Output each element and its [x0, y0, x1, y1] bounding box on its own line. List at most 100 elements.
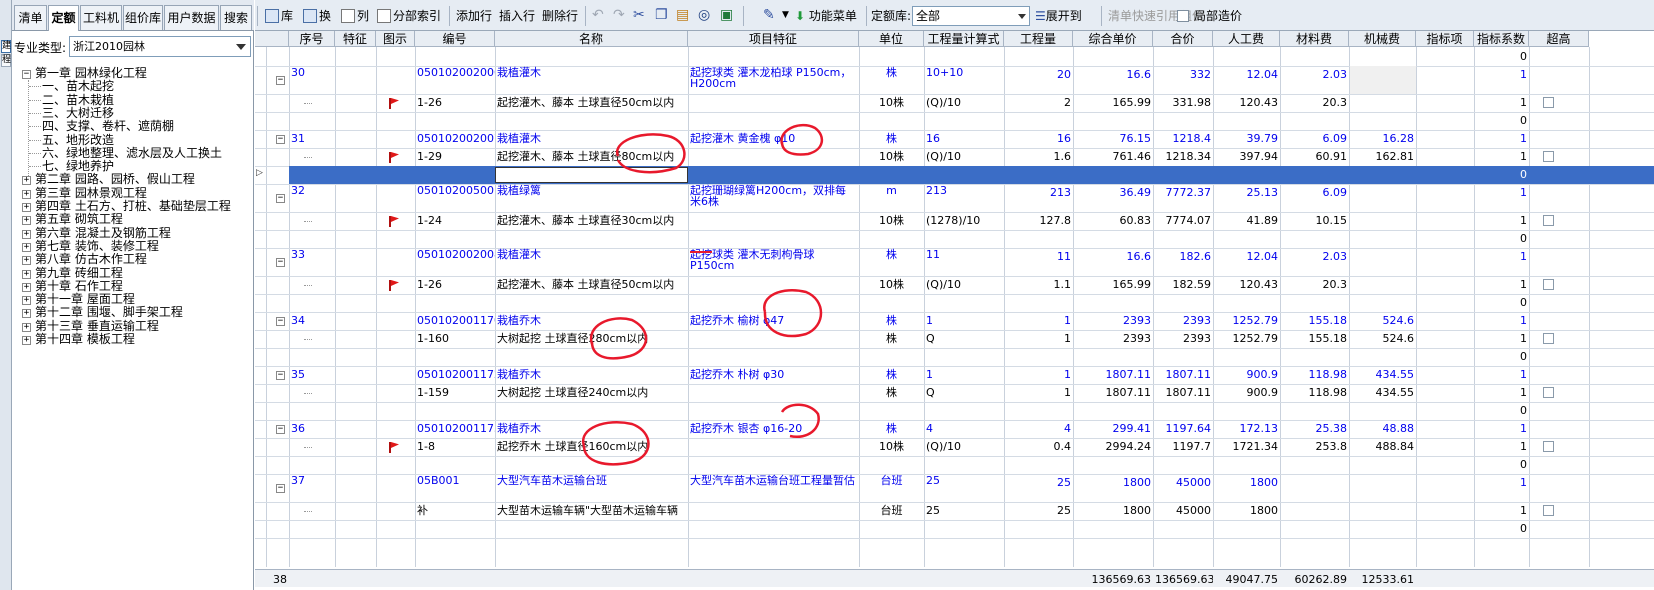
qty-cell[interactable]: 127.8	[1004, 212, 1073, 228]
labor-cell[interactable]: 39.79	[1213, 130, 1280, 146]
delete-row-button[interactable]: 删除行	[542, 7, 578, 25]
code-cell[interactable]: 050102001170	[415, 312, 495, 330]
column-header[interactable]: 单位	[859, 31, 924, 47]
seq-cell[interactable]: 34	[289, 312, 335, 330]
material-cell[interactable]	[1280, 474, 1349, 490]
coef-cell[interactable]: 1	[1474, 248, 1529, 264]
collapse-icon[interactable]: −	[276, 76, 285, 85]
material-cell[interactable]	[1280, 502, 1349, 518]
unit-cell[interactable]: 株	[859, 384, 924, 402]
unit-price-cell[interactable]: 1807.11	[1073, 384, 1153, 400]
coef-cell[interactable]: 1	[1474, 420, 1529, 436]
formula-cell[interactable]: (1278)/10	[924, 212, 1004, 230]
feature-cell[interactable]: 起挖珊瑚绿篱H200cm，双排每米6株	[688, 184, 859, 212]
total-cell[interactable]: 1218.4	[1153, 130, 1213, 146]
unit-price-cell[interactable]: 2393	[1073, 330, 1153, 346]
qty-cell[interactable]: 1	[1004, 330, 1073, 346]
add-row-button[interactable]: 添加行	[456, 7, 492, 25]
formula-cell[interactable]: 16	[924, 130, 1004, 148]
column-header[interactable]: 序号	[289, 31, 335, 47]
name-cell[interactable]: 起挖灌木、藤本 土球直径30cm以内	[495, 212, 688, 230]
code-cell[interactable]: 1-26	[415, 94, 495, 112]
material-cell[interactable]: 25.38	[1280, 420, 1349, 436]
chevron-down-icon[interactable]	[236, 44, 246, 50]
tree-chapter[interactable]: + 第十四章 模板工程	[22, 332, 135, 346]
formula-cell[interactable]: 4	[924, 420, 1004, 438]
unit-price-cell[interactable]: 2393	[1073, 312, 1153, 328]
column-header[interactable]: 名称	[495, 31, 688, 47]
qty-cell[interactable]: 1	[1004, 366, 1073, 382]
material-cell[interactable]: 60.91	[1280, 148, 1349, 164]
expand-icon[interactable]: +	[22, 269, 31, 279]
code-cell[interactable]: 1-159	[415, 384, 495, 402]
unit-cell[interactable]: m	[859, 184, 924, 212]
unit-cell[interactable]: 台班	[859, 474, 924, 502]
code-cell[interactable]: 05B001	[415, 474, 495, 502]
type-select[interactable]: 浙江2010园林	[69, 36, 251, 57]
material-cell[interactable]: 155.18	[1280, 330, 1349, 346]
column-header[interactable]: 工程量计算式	[924, 31, 1004, 47]
column-header[interactable]: 图示	[376, 31, 415, 47]
unit-cell[interactable]: 株	[859, 66, 924, 94]
material-cell[interactable]: 2.03	[1280, 66, 1349, 82]
labor-cell[interactable]: 900.9	[1213, 384, 1280, 400]
column-header[interactable]: 工程量	[1004, 31, 1073, 47]
material-cell[interactable]: 118.98	[1280, 366, 1349, 382]
machine-cell[interactable]	[1349, 248, 1416, 264]
labor-cell[interactable]: 41.89	[1213, 212, 1280, 228]
qty-cell[interactable]: 1.6	[1004, 148, 1073, 164]
coef-cell[interactable]: 1	[1474, 66, 1529, 82]
column-header[interactable]: 项目特征	[688, 31, 859, 47]
tree-chapter[interactable]: + 第九章 砖细工程	[22, 266, 123, 280]
machine-cell[interactable]	[1349, 212, 1416, 228]
formula-cell[interactable]: 25	[924, 502, 1004, 520]
qty-cell[interactable]: 25	[1004, 502, 1073, 518]
total-cell[interactable]: 2393	[1153, 330, 1213, 346]
formula-cell[interactable]: (Q)/10	[924, 276, 1004, 294]
unit-cell[interactable]: 台班	[859, 502, 924, 520]
machine-cell[interactable]: 434.55	[1349, 366, 1416, 382]
qty-cell[interactable]: 1.1	[1004, 276, 1073, 292]
column-header[interactable]: 超高	[1529, 31, 1589, 47]
machine-cell[interactable]: 162.81	[1349, 148, 1416, 164]
tree-chapter[interactable]: − 第一章 园林绿化工程	[22, 66, 147, 80]
chevron-down-icon[interactable]	[1018, 14, 1026, 19]
qty-cell[interactable]: 213	[1004, 184, 1073, 200]
tree-section[interactable]: 四、支撑、卷杆、遮荫棚	[42, 119, 174, 133]
code-cell[interactable]: 1-160	[415, 330, 495, 348]
total-cell[interactable]: 182.59	[1153, 276, 1213, 292]
expand-icon[interactable]: +	[22, 216, 31, 226]
unit-price-cell[interactable]: 2994.24	[1073, 438, 1153, 454]
qty-cell[interactable]: 0.4	[1004, 438, 1073, 454]
qty-cell[interactable]: 16	[1004, 130, 1073, 146]
machine-cell[interactable]: 488.84	[1349, 438, 1416, 454]
find-icon[interactable]: ◎	[698, 6, 710, 24]
code-cell[interactable]: 050102001172	[415, 366, 495, 384]
unit-price-cell[interactable]: 761.46	[1073, 148, 1153, 164]
column-button[interactable]: 列	[341, 7, 369, 25]
column-header[interactable]: 材料费	[1280, 31, 1349, 47]
name-cell[interactable]: 大树起挖 土球直径240cm以内	[495, 384, 688, 402]
name-cell[interactable]: 大型汽车苗木运输台班	[495, 474, 688, 502]
coef-cell[interactable]: 0	[1474, 520, 1529, 536]
machine-cell[interactable]: 16.28	[1349, 130, 1416, 146]
unit-price-cell[interactable]: 36.49	[1073, 184, 1153, 200]
expand-icon[interactable]: +	[22, 203, 31, 212]
column-header[interactable]: 机械费	[1349, 31, 1416, 47]
cut-icon[interactable]: ✂	[633, 6, 645, 24]
formula-cell[interactable]: 213	[924, 184, 1004, 212]
formula-cell[interactable]: (Q)/10	[924, 148, 1004, 166]
summary-cell[interactable]: 38	[271, 571, 331, 587]
expand-icon[interactable]: +	[22, 296, 31, 306]
tree-chapter[interactable]: + 第十章 石作工程	[22, 279, 123, 293]
seq-cell[interactable]: 35	[289, 366, 335, 384]
code-cell[interactable]: 1-8	[415, 438, 495, 456]
unit-price-cell[interactable]: 16.6	[1073, 248, 1153, 264]
unit-cell[interactable]: 10株	[859, 94, 924, 112]
expand-icon[interactable]: +	[22, 256, 31, 266]
name-cell[interactable]: 栽植灌木	[495, 66, 688, 94]
material-cell[interactable]: 6.09	[1280, 184, 1349, 200]
labor-cell[interactable]: 1252.79	[1213, 330, 1280, 346]
qty-cell[interactable]: 11	[1004, 248, 1073, 264]
tree-section[interactable]: 三、大树迁移	[42, 106, 114, 120]
